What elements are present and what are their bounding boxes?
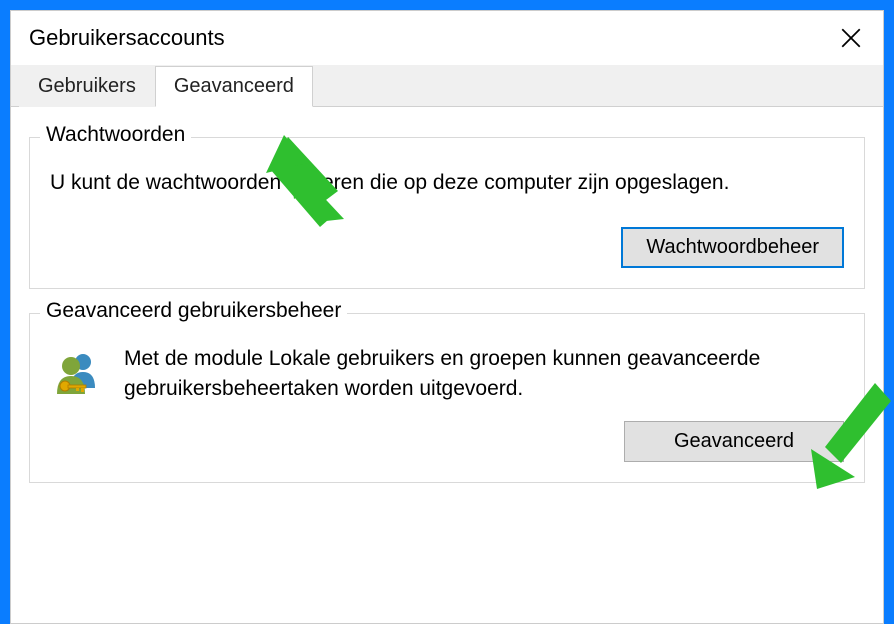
advanced-button-row: Geavanceerd (124, 421, 844, 462)
tab-label: Geavanceerd (174, 75, 294, 97)
tab-content-advanced: Wachtwoorden U kunt de wachtwoorden behe… (11, 107, 883, 483)
users-groups-icon (53, 348, 103, 398)
advanced-button[interactable]: Geavanceerd (624, 421, 844, 462)
advanced-legend: Geavanceerd gebruikersbeheer (40, 299, 347, 323)
passwords-description: U kunt de wachtwoorden beheren die op de… (50, 168, 844, 197)
title-bar: Gebruikersaccounts (11, 11, 883, 65)
tab-strip: Gebruikers Geavanceerd (11, 65, 883, 107)
tab-users[interactable]: Gebruikers (19, 66, 155, 107)
passwords-legend: Wachtwoorden (40, 123, 191, 147)
advanced-user-management-groupbox: Geavanceerd gebruikersbeheer (29, 313, 865, 483)
password-management-button[interactable]: Wachtwoordbeheer (621, 227, 844, 268)
users-icon-wrap (50, 344, 106, 398)
user-accounts-window: Gebruikersaccounts Gebruikers Geavanceer… (10, 10, 884, 624)
passwords-groupbox: Wachtwoorden U kunt de wachtwoorden behe… (29, 137, 865, 289)
tab-advanced[interactable]: Geavanceerd (155, 66, 313, 107)
close-icon (841, 28, 861, 48)
advanced-description: Met de module Lokale gebruikers en groep… (124, 344, 844, 403)
tab-label: Gebruikers (38, 75, 136, 97)
close-button[interactable] (837, 24, 865, 52)
window-title: Gebruikersaccounts (29, 25, 225, 51)
passwords-button-row: Wachtwoordbeheer (50, 227, 844, 268)
